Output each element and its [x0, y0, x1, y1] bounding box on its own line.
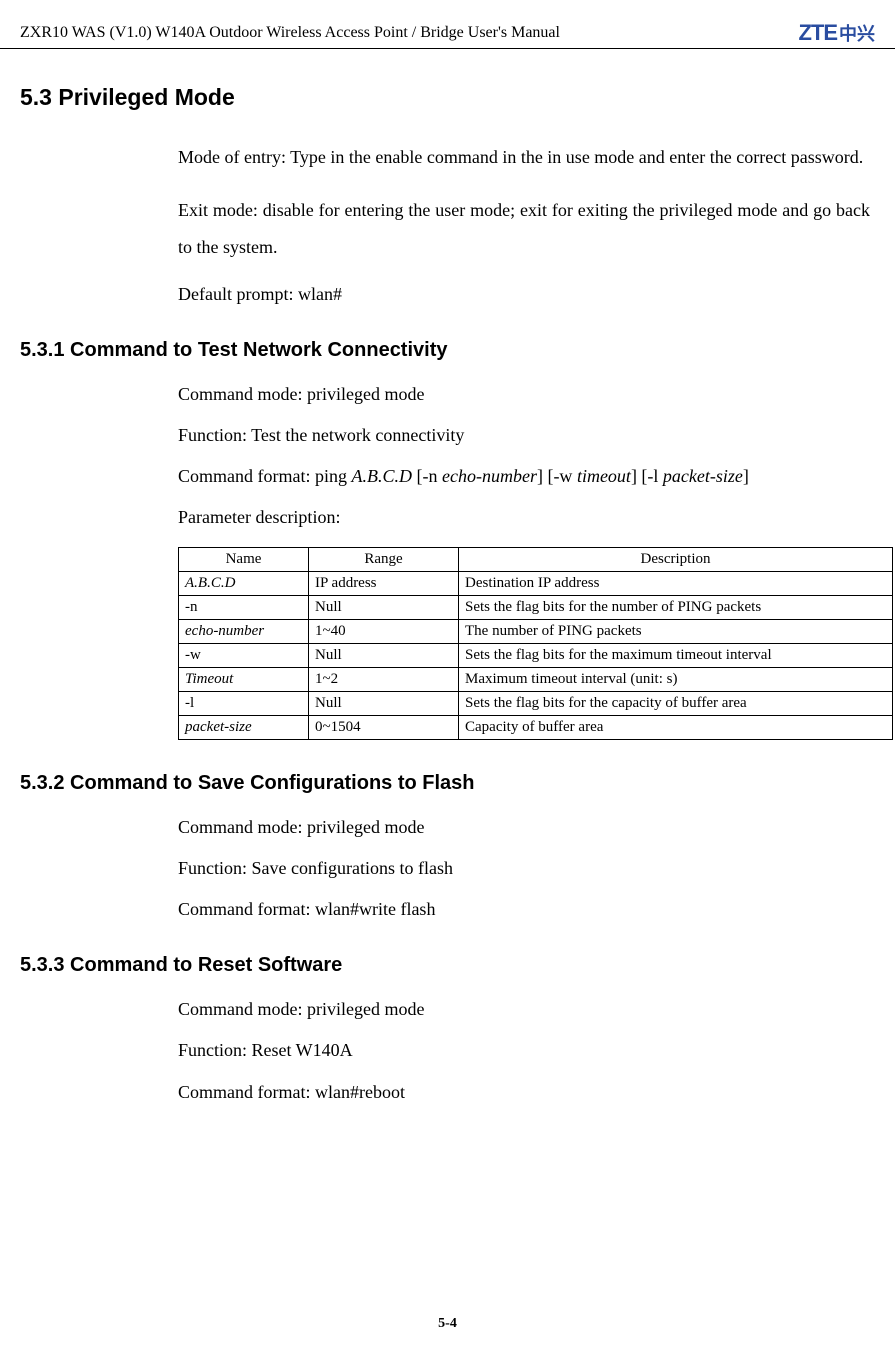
logo-chinese: 中兴: [839, 20, 875, 46]
table-header-name: Name: [179, 547, 309, 571]
header-title: ZXR10 WAS (V1.0) W140A Outdoor Wireless …: [20, 24, 560, 42]
cmd-n: [-n: [412, 466, 442, 486]
cmd-abcd: A.B.C.D: [351, 466, 412, 486]
sub1-param-label: Parameter description:: [178, 505, 870, 530]
table-cell-range: Null: [309, 643, 459, 667]
table-cell-range: Null: [309, 691, 459, 715]
section-para-3: Default prompt: wlan#: [178, 282, 870, 307]
sub1-command-format: Command format: ping A.B.C.D [-n echo-nu…: [178, 464, 870, 489]
table-cell-name: A.B.C.D: [179, 571, 309, 595]
sub3-function: Function: Reset W140A: [178, 1038, 870, 1063]
logo: ZTE 中兴: [798, 20, 875, 46]
section-para-1: Mode of entry: Type in the enable comman…: [178, 139, 870, 176]
page-number: 5-4: [438, 1316, 457, 1331]
table-cell-desc: The number of PING packets: [459, 619, 893, 643]
subsection-1-heading: 5.3.1 Command to Test Network Connectivi…: [20, 339, 875, 362]
table-cell-desc: Maximum timeout interval (unit: s): [459, 667, 893, 691]
cmd-prefix: Command format: ping: [178, 466, 351, 486]
sub3-mode: Command mode: privileged mode: [178, 997, 870, 1022]
table-row: A.B.C.DIP addressDestination IP address: [179, 571, 893, 595]
table-cell-desc: Sets the flag bits for the number of PIN…: [459, 595, 893, 619]
table-row: echo-number1~40The number of PING packet…: [179, 619, 893, 643]
table-row: packet-size0~1504Capacity of buffer area: [179, 715, 893, 739]
table-cell-range: 1~2: [309, 667, 459, 691]
table-row: Timeout1~2Maximum timeout interval (unit…: [179, 667, 893, 691]
sub1-mode: Command mode: privileged mode: [178, 382, 870, 407]
sub1-function: Function: Test the network connectivity: [178, 423, 870, 448]
table-cell-desc: Sets the flag bits for the capacity of b…: [459, 691, 893, 715]
cmd-timeout: timeout: [577, 466, 631, 486]
table-cell-name: -n: [179, 595, 309, 619]
section-heading: 5.3 Privileged Mode: [20, 84, 875, 111]
cmd-w: ] [-w: [537, 466, 577, 486]
table-cell-desc: Destination IP address: [459, 571, 893, 595]
content: 5.3 Privileged Mode Mode of entry: Type …: [0, 84, 895, 1105]
table-cell-name: -l: [179, 691, 309, 715]
logo-text: ZTE: [798, 20, 837, 46]
cmd-packet: packet-size: [663, 466, 743, 486]
table-cell-range: IP address: [309, 571, 459, 595]
table-row: -lNullSets the flag bits for the capacit…: [179, 691, 893, 715]
cmd-echo: echo-number: [442, 466, 537, 486]
table-cell-name: echo-number: [179, 619, 309, 643]
sub2-mode: Command mode: privileged mode: [178, 815, 870, 840]
table-row: -wNullSets the flag bits for the maximum…: [179, 643, 893, 667]
table-cell-desc: Capacity of buffer area: [459, 715, 893, 739]
table-cell-name: Timeout: [179, 667, 309, 691]
page-header: ZXR10 WAS (V1.0) W140A Outdoor Wireless …: [0, 20, 895, 49]
table-cell-name: -w: [179, 643, 309, 667]
table-cell-range: 0~1504: [309, 715, 459, 739]
section-para-2: Exit mode: disable for entering the user…: [178, 192, 870, 266]
table-header-desc: Description: [459, 547, 893, 571]
sub2-function: Function: Save configurations to flash: [178, 856, 870, 881]
table-cell-range: Null: [309, 595, 459, 619]
table-header-row: Name Range Description: [179, 547, 893, 571]
cmd-l: ] [-l: [631, 466, 663, 486]
table-cell-name: packet-size: [179, 715, 309, 739]
page-footer: 5-4: [0, 1316, 895, 1332]
table-cell-desc: Sets the flag bits for the maximum timeo…: [459, 643, 893, 667]
cmd-end: ]: [743, 466, 749, 486]
table-cell-range: 1~40: [309, 619, 459, 643]
table-row: -nNullSets the flag bits for the number …: [179, 595, 893, 619]
sub2-command-format: Command format: wlan#write flash: [178, 897, 870, 922]
subsection-3-heading: 5.3.3 Command to Reset Software: [20, 954, 875, 977]
parameter-table: Name Range Description A.B.C.DIP address…: [178, 547, 893, 740]
table-header-range: Range: [309, 547, 459, 571]
sub3-command-format: Command format: wlan#reboot: [178, 1080, 870, 1105]
subsection-2-heading: 5.3.2 Command to Save Configurations to …: [20, 772, 875, 795]
